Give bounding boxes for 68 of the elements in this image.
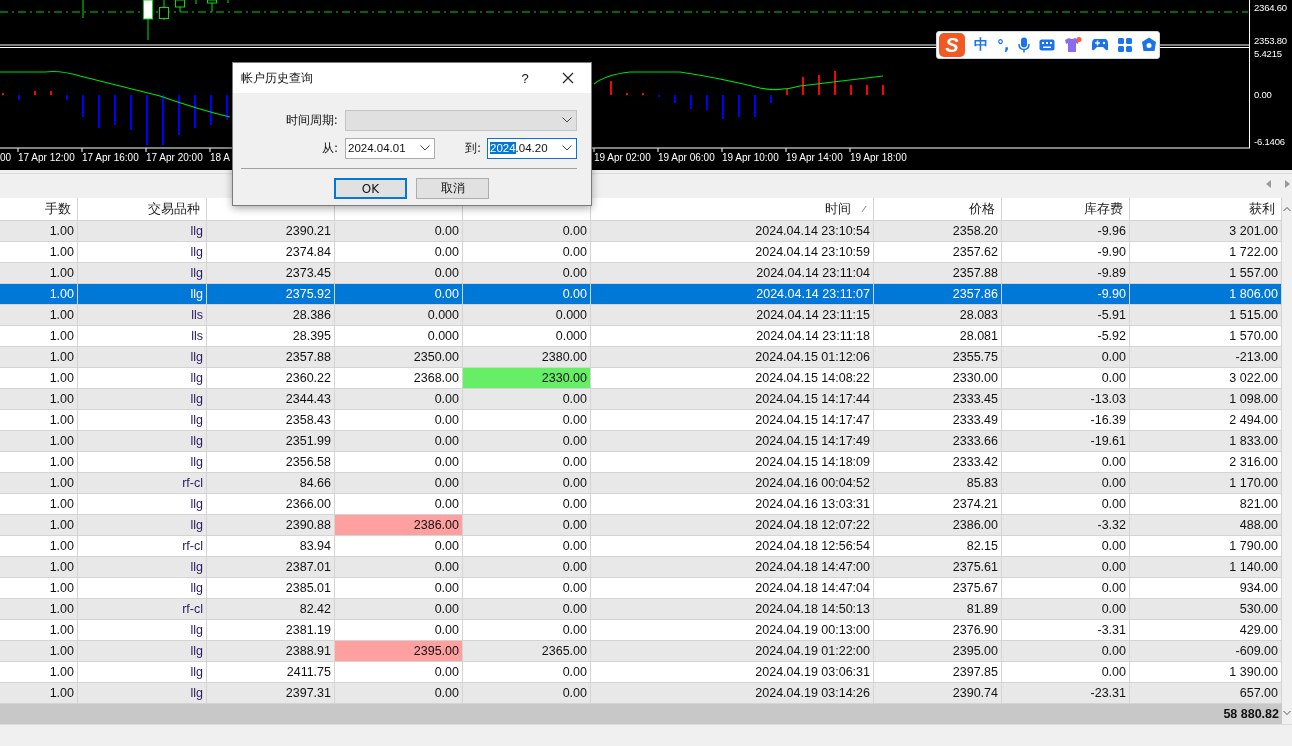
table-row[interactable]: 1.00 llg 2387.01 0.00 0.00 2024.04.18 14:47:00 2375.61 0.00 1 140.00: [0, 557, 1282, 578]
time-axis-label: 19 Apr 02:00: [594, 152, 651, 164]
table-row[interactable]: 1.00 llg 2373.45 0.00 0.00 2024.04.14 23:11:04 2357.88 -9.89 1 557.00: [0, 263, 1282, 284]
table-row[interactable]: 1.00 llg 2381.19 0.00 0.00 2024.04.19 00:13:00 2376.90 -3.31 429.00: [0, 620, 1282, 641]
table-row[interactable]: 1.00 llg 2374.84 0.00 0.00 2024.04.14 23:10:59 2357.62 -9.90 1 722.00: [0, 242, 1282, 263]
time-axis-label: 19 Apr 14:00: [786, 152, 843, 164]
dialog-button[interactable]: OK: [334, 178, 407, 199]
table-row[interactable]: 1.00 llg 2375.92 0.00 0.00 2024.04.14 23:11:07 2357.86 -9.90 1 806.00: [0, 284, 1282, 305]
time-axis-label: 19 Apr 06:00: [658, 152, 715, 164]
time-axis-label: 18 A: [210, 152, 231, 164]
indicator-axis-label: 0.00: [1254, 89, 1272, 101]
indicator-axis-label: -6.1406: [1254, 136, 1285, 148]
field-label: 时间周期:: [284, 111, 338, 129]
table-row[interactable]: 1.00 llg 2411.75 0.00 0.00 2024.04.19 03:06:31 2397.85 0.00 1 390.00: [0, 662, 1282, 683]
field-label: 从:: [320, 139, 338, 157]
caret-icon: [562, 117, 572, 123]
sort-icon: [861, 205, 867, 213]
time-axis-label: 17 Apr 12:00: [18, 152, 75, 164]
microphone-icon[interactable]: [1018, 37, 1031, 53]
price-axis-label: 2353.80: [1254, 35, 1287, 47]
grid-icon[interactable]: [1118, 38, 1133, 52]
table-row[interactable]: 1.00 llg 2357.88 2350.00 2380.00 2024.04.15 01:12:06 2355.75 0.00 -213.00: [0, 347, 1282, 368]
scroll-up-icon[interactable]: [1283, 206, 1291, 212]
table-row[interactable]: 1.00 llg 2358.43 0.00 0.00 2024.04.15 14:17:47 2333.49 -16.39 2 494.00: [0, 410, 1282, 431]
table-row[interactable]: 1.00 llg 2360.22 2368.00 2330.00 2024.04.15 14:08:22 2330.00 0.00 3 022.00: [0, 368, 1282, 389]
table-row[interactable]: 1.00 rf-cl 83.94 0.00 0.00 2024.04.18 12:56:54 82.15 0.00 1 790.00: [0, 536, 1282, 557]
gamepad-icon[interactable]: [1091, 38, 1110, 52]
table-cell: 2330.00: [463, 368, 591, 389]
table-row[interactable]: 1.00 llg 2385.01 0.00 0.00 2024.04.18 14:47:04 2375.67 0.00 934.00: [0, 578, 1282, 599]
table-row[interactable]: 1.00 llg 2366.00 0.00 0.00 2024.04.16 13:03:31 2374.21 0.00 821.00: [0, 494, 1282, 515]
table-row[interactable]: 1.00 llg 2397.31 0.00 0.00 2024.04.19 03:14:26 2390.74 -23.31 657.00: [0, 683, 1282, 704]
table-row[interactable]: 1.00 lls 28.395 0.000 0.000 2024.04.14 23:11:18 28.081 -5.92 1 570.00: [0, 326, 1282, 347]
dialog-button[interactable]: 取消: [416, 178, 489, 199]
settings-icon[interactable]: [1141, 37, 1158, 53]
dialog-title: 帐户历史查询: [241, 69, 314, 87]
table-cell: 2395.00: [335, 641, 463, 662]
time-axis-label: 19 Apr 18:00: [850, 152, 907, 164]
scrollbar[interactable]: [1282, 198, 1292, 724]
table-row[interactable]: 1.00 llg 2344.43 0.00 0.00 2024.04.15 14:17:44 2333.45 -13.03 1 098.00: [0, 389, 1282, 410]
scroll-left-icon[interactable]: [1266, 180, 1272, 188]
table-row[interactable]: 1.00 llg 2390.88 2386.00 0.00 2024.04.18 12:07:22 2386.00 -3.32 488.00: [0, 515, 1282, 536]
table-cell: 2386.00: [335, 515, 463, 536]
caret-icon: [420, 145, 430, 151]
keyboard-icon[interactable]: [1039, 39, 1056, 51]
scroll-down-icon[interactable]: [1283, 710, 1291, 716]
help-button[interactable]: ?: [505, 63, 545, 93]
table-row[interactable]: 1.00 rf-cl 84.66 0.00 0.00 2024.04.16 00:04:52 85.83 0.00 1 170.00: [0, 473, 1282, 494]
field-label: 到:: [463, 139, 481, 157]
time-axis-label: 17 Apr 20:00: [146, 152, 203, 164]
total-profit: 58 880.82: [1223, 706, 1280, 723]
table-row[interactable]: 1.00 llg 2356.58 0.00 0.00 2024.04.15 14:18:09 2333.42 0.00 2 316.00: [0, 452, 1282, 473]
scroll-right-icon[interactable]: [1284, 180, 1290, 188]
date-field[interactable]: 2024.04.01: [345, 137, 435, 159]
table-row[interactable]: 1.00 lls 28.386 0.000 0.000 2024.04.14 23:11:15 28.083 -5.91 1 515.00: [0, 305, 1282, 326]
table-row[interactable]: 1.00 llg 2390.21 0.00 0.00 2024.04.14 23:10:54 2358.20 -9.96 3 201.00: [0, 221, 1282, 242]
time-axis-label: 00: [0, 152, 12, 164]
table-row[interactable]: 1.00 rf-cl 82.42 0.00 0.00 2024.04.18 14:50:13 81.89 0.00 530.00: [0, 599, 1282, 620]
time-axis-label: 17 Apr 16:00: [82, 152, 139, 164]
input-mode-toggle[interactable]: 中: [974, 36, 988, 54]
table-row[interactable]: 1.00 llg 2351.99 0.00 0.00 2024.04.15 14:17:49 2333.66 -19.61 1 833.00: [0, 431, 1282, 452]
price-axis-label: 2364.60: [1254, 2, 1287, 14]
time-axis-label: 19 Apr 10:00: [722, 152, 779, 164]
shirt-icon[interactable]: [1064, 37, 1083, 53]
close-icon: [562, 72, 574, 84]
table-row[interactable]: 1.00 llg 2388.91 2395.00 2365.00 2024.04.19 01:22:00 2395.00 0.00 -609.00: [0, 641, 1282, 662]
indicator-axis-label: 5.4215: [1254, 48, 1282, 60]
caret-icon: [562, 145, 572, 151]
punctuation-toggle[interactable]: °,: [997, 37, 1010, 53]
